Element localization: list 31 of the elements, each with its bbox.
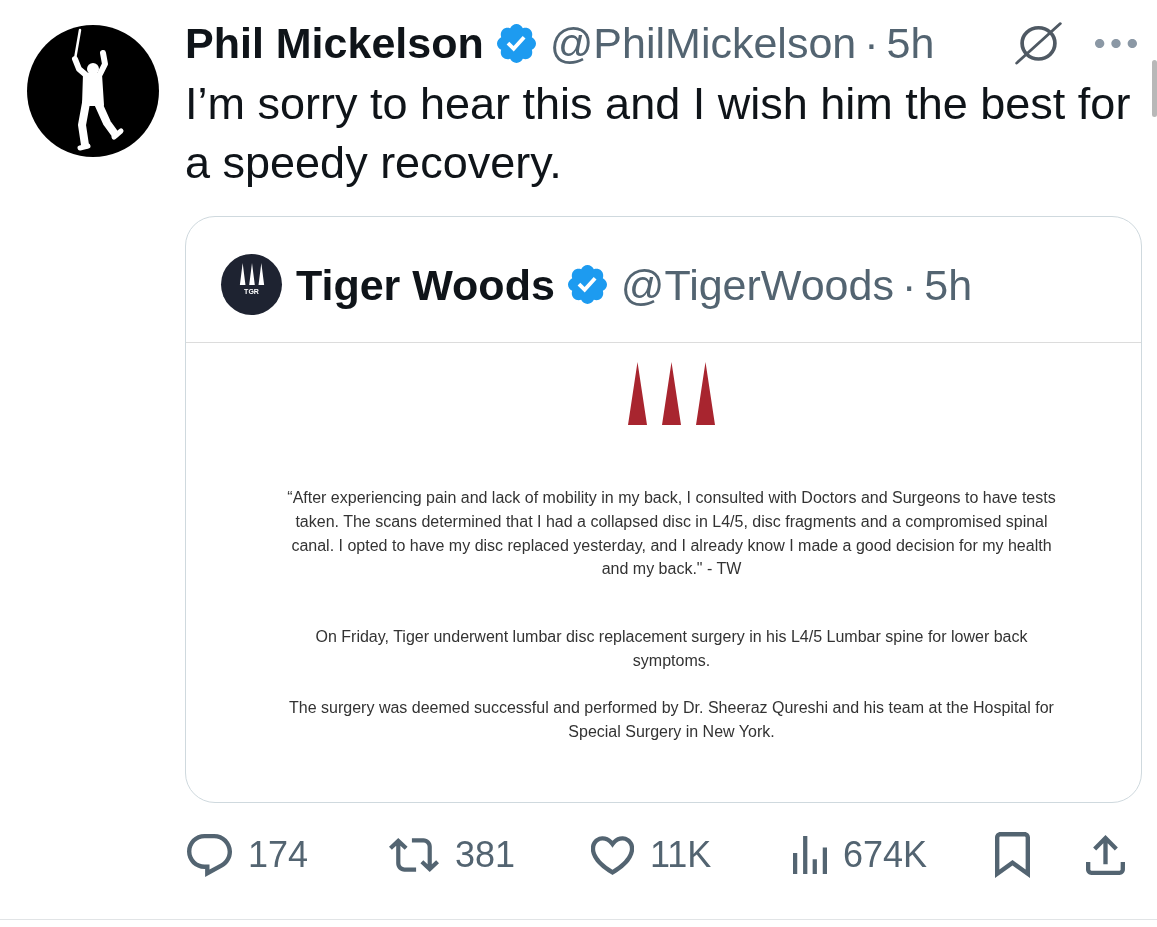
reply-button[interactable]: 174: [187, 833, 309, 878]
author-handle[interactable]: @TigerWoods: [620, 261, 894, 308]
quoted-post-card[interactable]: [185, 216, 1142, 804]
cycle-arrows-icon: [389, 838, 439, 873]
triangles-icon: [628, 362, 715, 425]
author-name[interactable]: Tiger Woods: [296, 261, 555, 308]
separator: ·: [901, 261, 917, 308]
post-time[interactable]: 5h: [924, 261, 973, 308]
post-time[interactable]: 5h: [886, 20, 935, 66]
author-name[interactable]: Phil Mickelson: [185, 20, 484, 66]
statement-text: The surgery was deemed successful and performed by Dr. Sheeraz Qureshi and his team at the Hospital for Special Surgery in New York.: [289, 697, 1054, 742]
scrollbar-thumb[interactable]: [1152, 60, 1157, 117]
separator: ·: [864, 20, 879, 66]
golfer-avatar-drawing[interactable]: [27, 25, 159, 157]
post-text: I’m sorry to hear this and I wish him the best for a speedy recovery.: [185, 77, 1132, 190]
bar-chart-icon: [793, 836, 827, 875]
views-button[interactable]: 674K: [793, 833, 928, 878]
bookmark-button[interactable]: [995, 832, 1030, 879]
slashed-circle-icon[interactable]: [1015, 21, 1062, 65]
share-button[interactable]: [1086, 835, 1125, 876]
like-button[interactable]: 11K: [591, 833, 712, 878]
speech-bubble-icon: [187, 833, 232, 877]
bookmark-icon: [995, 832, 1030, 879]
triangles-icon: [237, 263, 266, 285]
repost-button[interactable]: 381: [389, 833, 516, 878]
heart-icon: [591, 835, 634, 875]
more-icon[interactable]: [1095, 38, 1137, 48]
statement-text: “After experiencing pain and lack of mobility in my back, I consulted with Doctors and Surgeons to have tests taken. The scans determined that I had a collapsed disc in L4/5, disc fragments and a compromised spinal canal. I opted to have my disc replaced yesterday, and I already know I made a good decision for my health and my back." - TW: [287, 488, 1056, 580]
share-icon: [1086, 835, 1125, 876]
statement-text: On Friday, Tiger underwent lumbar disc replacement surgery in his L4/5 Lumbar spine for lower back symptoms.: [315, 627, 1028, 671]
author-handle[interactable]: @PhilMickelson: [549, 20, 857, 66]
